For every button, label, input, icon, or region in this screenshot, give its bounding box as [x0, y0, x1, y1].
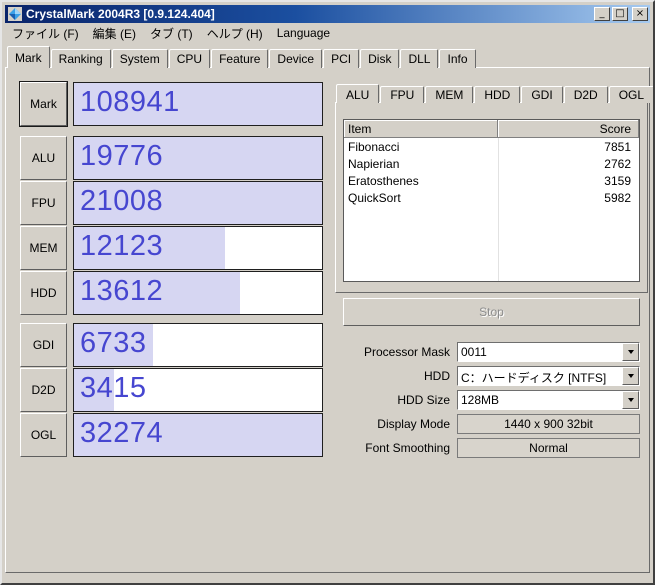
tab-disk[interactable]: Disk — [360, 49, 400, 68]
close-button[interactable]: × — [632, 7, 648, 21]
tab-ranking[interactable]: Ranking — [50, 49, 111, 68]
score-value-d2d: 3415 — [80, 372, 147, 405]
chevron-down-icon — [627, 374, 634, 378]
score-value-ogl: 32274 — [80, 417, 164, 450]
bench-button-mem[interactable]: MEM — [20, 226, 67, 270]
score-box-mark: 108941 — [73, 82, 323, 126]
table-row-empty — [344, 257, 639, 274]
tab-system[interactable]: System — [111, 49, 168, 68]
chevron-down-icon — [627, 398, 634, 402]
cell-item: Eratosthenes — [348, 174, 419, 188]
tab-device[interactable]: Device — [269, 49, 323, 68]
column-separator — [498, 138, 499, 281]
table-header: Item Score — [344, 120, 639, 138]
bench-button-gdi[interactable]: GDI — [20, 323, 67, 367]
processor-mask-combobox[interactable]: 0011 — [457, 342, 640, 362]
score-box-gdi: 6733 — [73, 323, 323, 367]
tab-feature[interactable]: Feature — [211, 49, 269, 68]
subtab-alu[interactable]: ALU — [336, 84, 380, 103]
score-value-alu: 19776 — [80, 140, 164, 173]
hdd-size-value: 128MB — [461, 393, 500, 407]
score-value-hdd: 13612 — [80, 275, 164, 308]
app-icon[interactable] — [8, 7, 22, 21]
hdd-size-label: HDD Size — [397, 393, 450, 407]
table-row-empty — [344, 206, 639, 223]
table-row[interactable]: QuickSort 5982 — [344, 189, 639, 206]
maximize-button[interactable]: □ — [612, 7, 628, 21]
score-value-gdi: 6733 — [80, 327, 147, 360]
cell-score: 7851 — [604, 140, 631, 154]
subtab-gdi[interactable]: GDI — [521, 86, 563, 103]
score-box-fpu: 21008 — [73, 181, 323, 225]
table-row[interactable]: Napierian 2762 — [344, 155, 639, 172]
processor-mask-value: 0011 — [461, 345, 487, 359]
table-row-empty — [344, 240, 639, 257]
score-box-hdd: 13612 — [73, 271, 323, 315]
hdd-value: C：ハードディスク [NTFS] — [461, 371, 607, 385]
col-header-score[interactable]: Score — [498, 120, 639, 138]
bench-button-mark[interactable]: Mark — [19, 81, 68, 127]
tab-info[interactable]: Info — [439, 49, 476, 68]
font-smoothing-label: Font Smoothing — [365, 441, 450, 455]
results-table: Item Score Fibonacci 7851 Napierian 2762… — [343, 119, 640, 282]
table-row[interactable]: Fibonacci 7851 — [344, 138, 639, 155]
score-value-mem: 12123 — [80, 230, 164, 263]
cell-score: 3159 — [604, 174, 631, 188]
col-header-item[interactable]: Item — [344, 120, 498, 138]
bench-button-alu[interactable]: ALU — [20, 136, 67, 180]
window-title: CrystalMark 2004R3 [0.9.124.404] — [26, 7, 215, 21]
hdd-size-combobox[interactable]: 128MB — [457, 390, 640, 410]
cell-item: Fibonacci — [348, 140, 400, 154]
processor-mask-dropdown-button[interactable] — [622, 343, 639, 361]
cell-item: QuickSort — [348, 191, 401, 205]
cell-score: 5982 — [604, 191, 631, 205]
score-value-fpu: 21008 — [80, 185, 164, 218]
menu-edit[interactable]: 編集 (E) — [86, 22, 143, 45]
table-row-empty — [344, 223, 639, 240]
display-mode-label: Display Mode — [377, 417, 450, 431]
titlebar[interactable]: CrystalMark 2004R3 [0.9.124.404] _ □ × — [5, 5, 650, 23]
subtab-d2d[interactable]: D2D — [563, 86, 608, 103]
tab-dll[interactable]: DLL — [400, 49, 439, 68]
cell-score: 2762 — [604, 157, 631, 171]
bench-button-fpu[interactable]: FPU — [20, 181, 67, 225]
chevron-down-icon — [627, 350, 634, 354]
menu-file[interactable]: ファイル (F) — [5, 22, 86, 45]
minimize-button[interactable]: _ — [594, 7, 610, 21]
detail-tabstrip: ALU FPU MEM HDD GDI D2D OGL — [336, 84, 653, 103]
score-box-d2d: 3415 — [73, 368, 323, 412]
tab-mark[interactable]: Mark — [7, 46, 50, 68]
score-value-mark: 108941 — [80, 86, 180, 119]
hdd-combobox[interactable]: C：ハードディスク [NTFS] — [457, 366, 640, 386]
menubar: ファイル (F) 編集 (E) タブ (T) ヘルプ (H) Language — [5, 23, 650, 43]
score-box-alu: 19776 — [73, 136, 323, 180]
menu-tab[interactable]: タブ (T) — [143, 22, 200, 45]
tab-cpu[interactable]: CPU — [168, 49, 211, 68]
app-window: CrystalMark 2004R3 [0.9.124.404] _ □ × フ… — [0, 0, 655, 585]
subtab-ogl[interactable]: OGL — [608, 86, 653, 103]
menu-help[interactable]: ヘルプ (H) — [200, 22, 270, 45]
display-mode-field: 1440 x 900 32bit — [457, 414, 640, 434]
cell-item: Napierian — [348, 157, 400, 171]
font-smoothing-field: Normal — [457, 438, 640, 458]
menu-language[interactable]: Language — [270, 23, 337, 43]
table-row[interactable]: Eratosthenes 3159 — [344, 172, 639, 189]
main-tabstrip: Mark Ranking System CPU Feature Device P… — [7, 46, 477, 68]
hdd-dropdown-button[interactable] — [622, 367, 639, 385]
bench-button-d2d[interactable]: D2D — [20, 368, 67, 412]
stop-button[interactable]: Stop — [343, 298, 640, 326]
hdd-label: HDD — [424, 369, 450, 383]
processor-mask-label: Processor Mask — [363, 345, 450, 359]
subtab-mem[interactable]: MEM — [425, 86, 474, 103]
bench-button-hdd[interactable]: HDD — [20, 271, 67, 315]
subtab-hdd[interactable]: HDD — [474, 86, 521, 103]
bench-button-ogl[interactable]: OGL — [20, 413, 67, 457]
subtab-fpu[interactable]: FPU — [380, 86, 425, 103]
tab-pci[interactable]: PCI — [323, 49, 360, 68]
score-box-mem: 12123 — [73, 226, 323, 270]
hdd-size-dropdown-button[interactable] — [622, 391, 639, 409]
score-box-ogl: 32274 — [73, 413, 323, 457]
